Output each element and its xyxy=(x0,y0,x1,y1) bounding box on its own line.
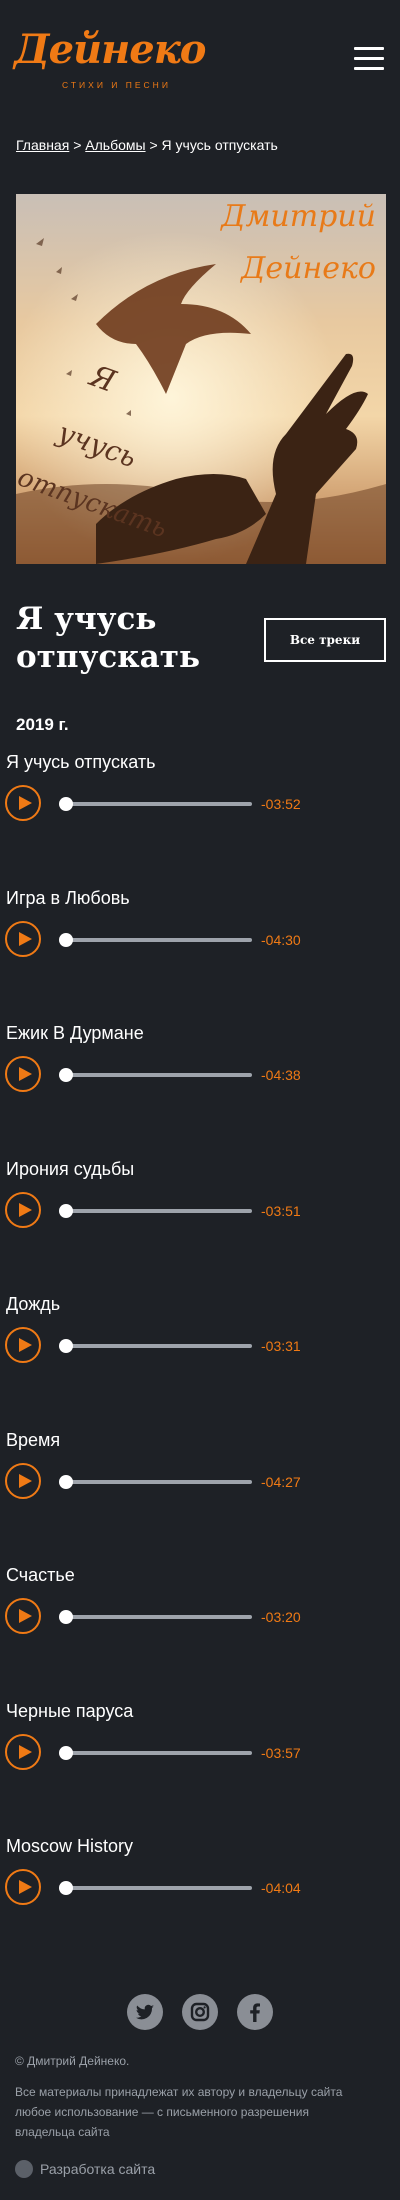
logo-subtitle: СТИХИ И ПЕСНИ xyxy=(62,80,171,90)
breadcrumb-separator: > xyxy=(149,137,158,153)
track-title: Время xyxy=(6,1429,61,1450)
rights-line: Все материалы принадлежат их автору и вл… xyxy=(15,2085,343,2099)
track-item: Время -04:27 xyxy=(0,1430,400,1550)
track-item: Игра в Любовь -04:30 xyxy=(0,888,400,1008)
track-remaining-time: -03:57 xyxy=(261,1744,301,1761)
track-progress-slider[interactable] xyxy=(59,1068,252,1082)
track-title: Ирония судьбы xyxy=(6,1158,135,1179)
rights-notice: Все материалы принадлежат их автору и вл… xyxy=(15,2082,375,2142)
track-item: Черные паруса -03:57 xyxy=(0,1701,400,1821)
track-item: Ирония судьбы -03:51 xyxy=(0,1159,400,1279)
track-remaining-time: -03:51 xyxy=(261,1202,301,1219)
instagram-icon[interactable] xyxy=(182,1994,218,2030)
progress-handle[interactable] xyxy=(59,1339,73,1353)
play-button[interactable] xyxy=(5,785,41,821)
play-button[interactable] xyxy=(5,1056,41,1092)
track-item: Дождь -03:31 xyxy=(0,1294,400,1414)
track-title: Дождь xyxy=(6,1294,61,1314)
progress-handle[interactable] xyxy=(59,797,73,811)
track-progress-slider[interactable] xyxy=(59,1745,252,1760)
track-progress-slider[interactable] xyxy=(59,932,252,947)
track-remaining-time: -04:27 xyxy=(261,1473,301,1490)
progress-handle[interactable] xyxy=(59,1068,73,1082)
track-progress-slider[interactable] xyxy=(59,1203,252,1218)
breadcrumb-albums-link[interactable]: Альбомы xyxy=(85,137,145,153)
play-button[interactable] xyxy=(5,1191,41,1228)
breadcrumb-separator: > xyxy=(73,137,82,153)
play-button[interactable] xyxy=(5,1598,41,1634)
hamburger-menu-icon[interactable] xyxy=(354,47,384,71)
track-item: Moscow History -04:04 xyxy=(0,1836,400,1956)
album-title: Я учусь отпускать xyxy=(16,601,201,675)
site-development-label: Разработка сайта xyxy=(40,2161,156,2177)
rights-line: любое использование — с письменного разр… xyxy=(15,2105,309,2119)
track-title: Moscow History xyxy=(6,1836,134,1856)
track-title: Ежик В Дурмане xyxy=(6,1023,144,1043)
cover-artist-name: Дмитрий xyxy=(219,199,376,234)
track-remaining-time: -04:04 xyxy=(261,1880,301,1896)
progress-handle[interactable] xyxy=(59,1610,73,1624)
track-progress-slider[interactable] xyxy=(59,1339,252,1353)
developer-logo-icon xyxy=(15,2160,33,2178)
breadcrumb-home-link[interactable]: Главная xyxy=(16,137,69,153)
breadcrumb-current: Я учусь отпускать xyxy=(161,137,278,153)
track-title: Я учусь отпускать xyxy=(6,752,156,772)
track-progress-slider[interactable] xyxy=(59,797,252,811)
copyright-text: © Дмитрий Дейнеко. xyxy=(15,2054,130,2068)
track-remaining-time: -03:52 xyxy=(261,796,301,812)
progress-handle[interactable] xyxy=(59,1474,73,1489)
track-remaining-time: -04:38 xyxy=(261,1067,301,1083)
progress-handle[interactable] xyxy=(59,1881,73,1895)
progress-handle[interactable] xyxy=(59,1745,73,1760)
track-progress-slider[interactable] xyxy=(59,1881,252,1895)
play-button[interactable] xyxy=(5,1733,41,1770)
all-tracks-button[interactable]: Все треки xyxy=(264,618,386,662)
play-button[interactable] xyxy=(5,1869,41,1905)
progress-handle[interactable] xyxy=(59,1203,73,1218)
album-cover-artwork: Дмитрий Дейнеко Я учусь отпускать xyxy=(16,194,386,564)
play-button[interactable] xyxy=(5,1462,41,1499)
facebook-icon[interactable] xyxy=(237,1994,273,2030)
track-remaining-time: -04:30 xyxy=(261,931,301,948)
cover-artist-surname: Дейнеко xyxy=(239,251,376,286)
track-remaining-time: -03:20 xyxy=(261,1609,301,1625)
twitter-icon[interactable] xyxy=(127,1994,163,2030)
progress-handle[interactable] xyxy=(59,932,73,947)
site-header: Дейнеко СТИХИ И ПЕСНИ xyxy=(0,0,400,120)
album-cover-image: Дмитрий Дейнеко Я учусь отпускать xyxy=(16,194,386,564)
track-item: Ежик В Дурмане -04:38 xyxy=(0,1023,400,1143)
logo-text: Дейнеко xyxy=(14,26,206,73)
rights-line: владельца сайта xyxy=(15,2125,110,2139)
play-button[interactable] xyxy=(5,1327,41,1363)
breadcrumb: Главная > Альбомы > Я учусь отпускать xyxy=(16,137,278,153)
track-progress-slider[interactable] xyxy=(59,1474,252,1489)
track-title: Игра в Любовь xyxy=(6,887,130,908)
play-button[interactable] xyxy=(5,920,41,957)
album-year: 2019 г. xyxy=(16,715,69,734)
track-item: Я учусь отпускать -03:52 xyxy=(0,752,400,872)
track-progress-slider[interactable] xyxy=(59,1610,252,1624)
track-title: Черные паруса xyxy=(6,1700,134,1721)
track-title: Счастье xyxy=(6,1565,75,1585)
track-remaining-time: -03:31 xyxy=(261,1338,301,1354)
track-item: Счастье -03:20 xyxy=(0,1565,400,1685)
site-logo[interactable]: Дейнеко СТИХИ И ПЕСНИ xyxy=(14,26,206,100)
